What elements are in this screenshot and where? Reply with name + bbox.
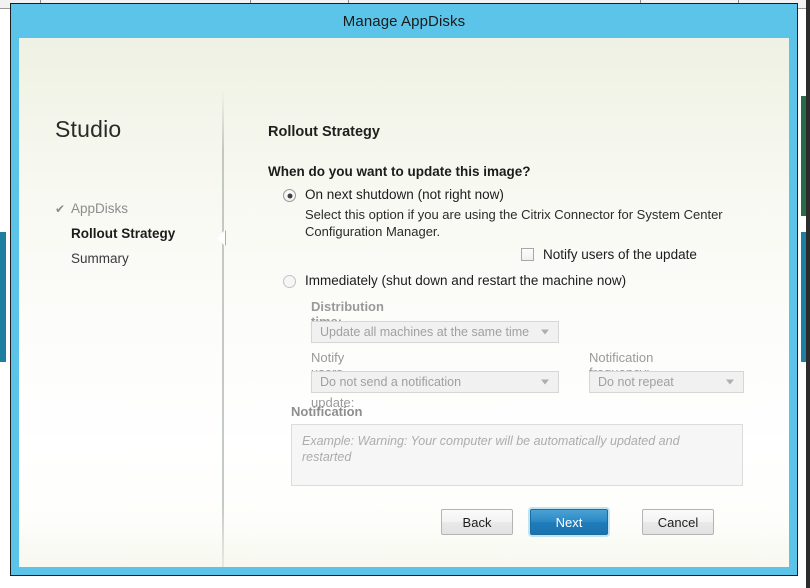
radio-label-on-next-shutdown: On next shutdown (not right now)	[305, 187, 504, 202]
wizard-sidebar: Studio ✔ AppDisks Rollout Strategy Summa…	[19, 38, 223, 567]
checkbox-label-notify-users: Notify users of the update	[543, 247, 697, 262]
check-icon: ✔	[55, 201, 66, 216]
sidebar-item-rollout-strategy[interactable]: Rollout Strategy	[55, 221, 215, 246]
chevron-down-icon	[541, 379, 549, 385]
sidebar-divider	[222, 90, 224, 567]
question-label: When do you want to update this image?	[268, 164, 531, 179]
manage-appdisks-dialog: Manage AppDisks Studio ✔ AppDisks Rollou…	[10, 3, 798, 576]
option-description: Select this option if you are using the …	[305, 207, 723, 239]
textarea-notification-message[interactable]: Example: Warning: Your computer will be …	[291, 424, 743, 486]
studio-logo: Studio	[55, 116, 122, 142]
current-step-pointer-icon	[217, 230, 225, 246]
chevron-down-icon	[726, 379, 734, 385]
checkbox-row-notify-users[interactable]: Notify users of the update	[521, 247, 697, 262]
radio-label-immediately: Immediately (shut down and restart the m…	[305, 273, 627, 288]
sidebar-item-label: Rollout Strategy	[71, 226, 176, 241]
dropdown-value-notification-frequency: Do not repeat	[598, 375, 674, 389]
sidebar-item-summary[interactable]: Summary	[55, 246, 215, 271]
wizard-content: Rollout Strategy When do you want to upd…	[233, 38, 789, 567]
dialog-body: Studio ✔ AppDisks Rollout Strategy Summa…	[19, 38, 789, 567]
sidebar-item-label: Summary	[71, 251, 129, 266]
dropdown-distribution-time[interactable]: Update all machines at the same time	[311, 321, 559, 343]
chevron-down-icon	[541, 329, 549, 335]
sidebar-item-appdisks[interactable]: ✔ AppDisks	[55, 196, 215, 221]
cancel-button[interactable]: Cancel	[642, 509, 714, 535]
dropdown-notify-users[interactable]: Do not send a notification	[311, 371, 559, 393]
dropdown-value-distribution-time: Update all machines at the same time	[320, 325, 530, 339]
background-edge-dark	[806, 0, 810, 588]
dialog-footer: Back Next Cancel	[233, 495, 789, 567]
back-button[interactable]: Back	[441, 509, 513, 535]
radio-row-on-next-shutdown[interactable]: On next shutdown (not right now)	[283, 187, 753, 202]
background-edge-teal-right	[801, 232, 806, 362]
checkbox-notify-users[interactable]	[521, 248, 534, 261]
background-edge-teal-left	[0, 232, 6, 362]
dropdown-notification-frequency[interactable]: Do not repeat	[589, 371, 744, 393]
sidebar-item-label: AppDisks	[71, 201, 129, 216]
background-edge-green-right	[801, 96, 806, 216]
radio-option-immediately[interactable]: Immediately (shut down and restart the m…	[283, 273, 626, 288]
radio-option-on-next-shutdown[interactable]: On next shutdown (not right now) Select …	[283, 187, 753, 240]
next-button[interactable]: Next	[530, 509, 608, 535]
radio-immediately[interactable]	[283, 275, 296, 288]
wizard-step-list: ✔ AppDisks Rollout Strategy Summary	[55, 196, 215, 271]
notification-message-placeholder: Example: Warning: Your computer will be …	[302, 434, 680, 464]
page-title: Rollout Strategy	[268, 124, 380, 140]
dropdown-value-notify-users: Do not send a notification	[320, 375, 462, 389]
radio-on-next-shutdown[interactable]	[283, 189, 296, 202]
dialog-title: Manage AppDisks	[342, 12, 466, 30]
dialog-titlebar[interactable]: Manage AppDisks	[11, 4, 797, 38]
